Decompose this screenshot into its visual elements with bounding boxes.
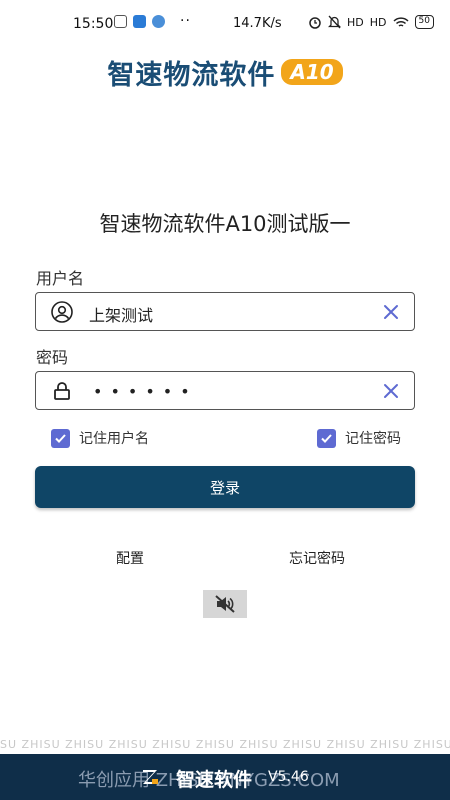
- app-notification-icon: [114, 15, 127, 28]
- speaker-muted-icon: [215, 595, 235, 613]
- username-value: 上架测试: [89, 306, 154, 325]
- more-notifications-indicator: ··: [180, 13, 191, 29]
- user-icon: [51, 301, 73, 323]
- username-field[interactable]: 上架测试: [35, 292, 415, 331]
- mute-bell-icon: [328, 15, 341, 29]
- checkbox-checked-icon: [51, 428, 70, 448]
- signal-1-icon: HD: [347, 15, 364, 29]
- remember-password-label: 记住密码: [345, 431, 401, 447]
- config-link[interactable]: 配置: [116, 548, 144, 568]
- app-title: 智速物流软件A10测试版一: [99, 212, 351, 236]
- network-speed: 14.7K/s: [233, 16, 282, 31]
- clear-username-icon[interactable]: [382, 303, 400, 321]
- notification-icons: [114, 15, 165, 28]
- logo-text: 智速物流软件: [107, 59, 276, 91]
- forgot-password-link[interactable]: 忘记密码: [289, 548, 345, 568]
- wifi-icon: [392, 16, 409, 27]
- checkbox-checked-icon: [317, 428, 336, 448]
- logo-badge: A10: [281, 59, 343, 85]
- zhisu-logo-icon: [143, 770, 158, 784]
- lock-icon: [54, 382, 70, 400]
- password-field[interactable]: ••••••: [35, 371, 415, 410]
- password-label: 密码: [36, 348, 69, 367]
- signal-2-icon: HD: [369, 15, 387, 29]
- remember-username-label: 记住用户名: [79, 431, 149, 447]
- app-logo: 智速物流软件 A10: [0, 52, 450, 92]
- password-value: ••••••: [93, 382, 198, 401]
- sound-toggle-button[interactable]: [203, 590, 247, 618]
- clear-password-icon[interactable]: [382, 382, 400, 400]
- username-label: 用户名: [36, 269, 85, 288]
- remember-password-checkbox[interactable]: 记住密码: [317, 428, 401, 448]
- watermark-strip: SU ZHISU ZHISU ZHISU ZHISU ZHISU ZHISU Z…: [0, 738, 450, 751]
- footer-brand: 智速软件: [176, 769, 253, 791]
- play-app-icon: [133, 15, 146, 28]
- alarm-icon: [309, 17, 321, 29]
- battery-icon: 50: [414, 15, 434, 29]
- status-bar: 15:50 ·· 14.7K/s HD HD 50: [0, 0, 450, 42]
- status-time: 15:50: [73, 16, 114, 32]
- login-button[interactable]: 登录: [35, 466, 415, 508]
- bird-app-icon: [152, 15, 165, 28]
- remember-username-checkbox[interactable]: 记住用户名: [51, 428, 149, 448]
- system-icons: HD HD 50: [308, 15, 434, 29]
- footer-version: V5.46: [268, 769, 309, 785]
- footer: 华创应用 ZHISU ANYGZS.COM 智速软件 V5.46: [0, 754, 450, 800]
